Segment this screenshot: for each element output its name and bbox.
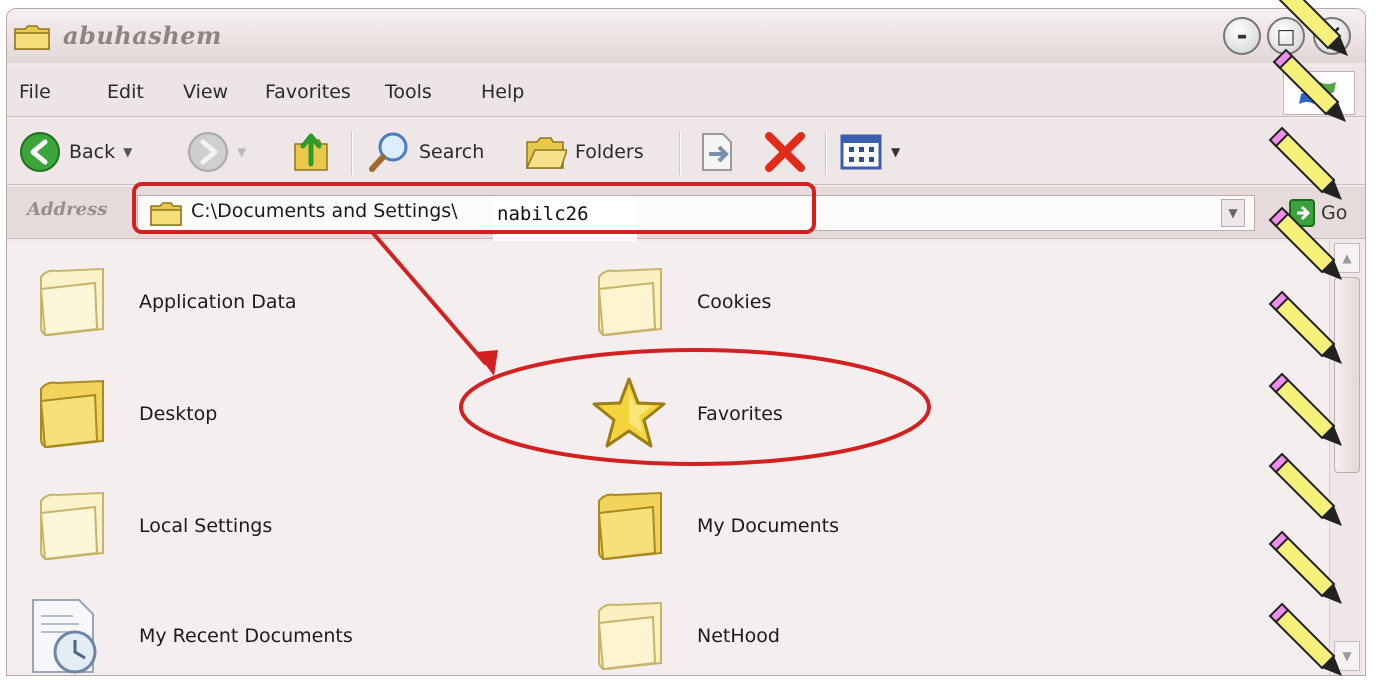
pencil-icon: [1272, 48, 1346, 122]
chevron-down-icon[interactable]: ▼: [1221, 199, 1245, 227]
window-title: abuhashem: [63, 21, 222, 50]
chevron-down-icon[interactable]: ▼: [237, 145, 246, 159]
move-to-button[interactable]: [697, 127, 737, 177]
pencil-icon: [1268, 206, 1342, 280]
explorer-window: abuhashem - □ ✕ File Edit View Favorites…: [6, 8, 1366, 676]
list-item[interactable]: My Recent Documents: [23, 591, 543, 675]
menu-tools[interactable]: Tools: [385, 81, 432, 103]
folder-icon: [150, 202, 182, 226]
list-item[interactable]: NetHood: [591, 591, 1111, 675]
list-item[interactable]: Cookies: [591, 257, 1111, 347]
views-icon: [840, 134, 882, 170]
chevron-down-icon[interactable]: ▼: [123, 145, 132, 159]
pencil-icon: [1268, 372, 1342, 446]
toolbar-separator: [351, 131, 353, 175]
list-item[interactable]: Desktop: [33, 369, 553, 459]
pencil-icon: [1268, 530, 1342, 604]
menu-file[interactable]: File: [19, 81, 51, 103]
address-label: Address: [27, 199, 108, 220]
list-item[interactable]: Local Settings: [33, 481, 553, 571]
menu-view[interactable]: View: [183, 81, 228, 103]
list-item[interactable]: Application Data: [33, 257, 553, 347]
recent-documents-icon: [32, 599, 97, 674]
item-label: Favorites: [697, 403, 783, 425]
folders-icon: [525, 137, 567, 169]
back-label: Back: [69, 141, 116, 163]
move-to-icon: [702, 133, 732, 171]
up-folder-button[interactable]: [291, 127, 331, 177]
menu-bar: File Edit View Favorites Tools Help: [7, 67, 1365, 117]
title-bar[interactable]: abuhashem - □ ✕: [7, 9, 1365, 63]
toolbar-separator: [825, 131, 827, 175]
toolbar-separator: [679, 131, 681, 175]
item-label: Desktop: [139, 403, 218, 425]
delete-button[interactable]: [763, 127, 807, 177]
search-label: Search: [419, 141, 485, 163]
menu-help[interactable]: Help: [481, 81, 524, 103]
views-button[interactable]: ▼: [839, 127, 900, 177]
toolbar: Back ▼ ▼ Search Folders ▼: [7, 119, 1365, 185]
folder-icon: [597, 601, 662, 671]
folder-icon: [597, 491, 662, 561]
folder-icon: [597, 267, 662, 337]
item-label: Local Settings: [139, 515, 273, 537]
address-path: C:\Documents and Settings\: [191, 200, 458, 222]
pencil-icon: [1268, 126, 1342, 200]
folder-icon: [39, 267, 104, 337]
folders-label: Folders: [575, 141, 644, 163]
address-username: nabilc26: [493, 197, 637, 247]
file-list: Application Data Cookies Desktop Favorit…: [7, 241, 1365, 675]
forward-arrow-icon: [188, 132, 228, 172]
list-item[interactable]: My Documents: [591, 481, 1111, 571]
chevron-down-icon[interactable]: ▼: [891, 145, 900, 159]
back-button[interactable]: Back ▼: [19, 127, 132, 177]
pencil-icon: [1268, 602, 1342, 676]
forward-button[interactable]: ▼: [187, 127, 246, 177]
folders-button[interactable]: Folders: [523, 127, 644, 177]
search-icon: [369, 132, 408, 172]
star-icon: [592, 377, 666, 448]
item-label: NetHood: [697, 625, 780, 647]
item-label: My Recent Documents: [139, 625, 353, 647]
minimize-button[interactable]: -: [1223, 17, 1261, 55]
menu-favorites[interactable]: Favorites: [265, 81, 351, 103]
folder-icon: [39, 379, 104, 449]
pencil-icon: [1268, 452, 1342, 526]
folder-icon: [14, 25, 50, 50]
up-folder-icon: [294, 133, 328, 171]
folder-icon: [39, 491, 104, 561]
pencil-icon: [1268, 290, 1342, 364]
address-bar: Address C:\Documents and Settings\ nabil…: [7, 187, 1365, 247]
back-arrow-icon: [20, 132, 60, 172]
delete-icon: [765, 132, 805, 172]
menu-edit[interactable]: Edit: [107, 81, 144, 103]
item-label: Cookies: [697, 291, 772, 313]
item-label: My Documents: [697, 515, 840, 537]
search-button[interactable]: Search: [367, 127, 484, 177]
list-item[interactable]: Favorites: [591, 369, 1111, 459]
item-label: Application Data: [139, 291, 297, 313]
